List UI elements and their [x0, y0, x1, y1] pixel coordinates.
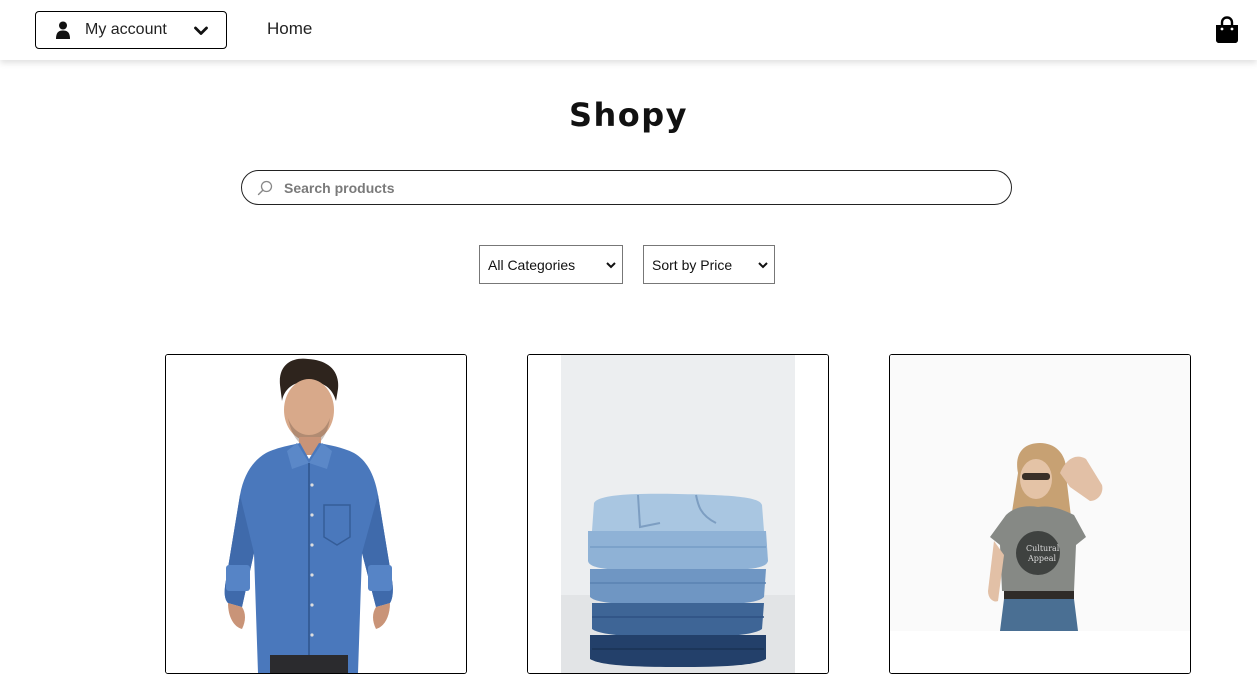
category-select-value: All Categories — [488, 257, 576, 273]
product-image-graphic-tee: Cultural Appeal — [890, 355, 1190, 673]
product-card[interactable]: Cultural Appeal — [889, 354, 1191, 674]
chevron-down-icon — [194, 26, 208, 35]
search-icon — [257, 180, 273, 196]
product-image-folded-jeans — [528, 355, 828, 673]
nav-home-link[interactable]: Home — [267, 19, 312, 39]
sort-select-value: Sort by Price — [652, 257, 733, 273]
brand-title: Shopy — [568, 96, 689, 134]
product-card[interactable] — [165, 354, 467, 674]
chevron-down-icon — [606, 262, 616, 269]
my-account-dropdown[interactable]: My account — [35, 11, 227, 49]
product-card[interactable] — [527, 354, 829, 674]
search-input[interactable] — [284, 175, 984, 201]
category-select[interactable]: All Categories — [479, 245, 623, 284]
shopping-bag-icon[interactable] — [1215, 16, 1239, 44]
my-account-label: My account — [85, 21, 167, 38]
svg-text:Appeal: Appeal — [1027, 554, 1057, 563]
svg-text:Cultural: Cultural — [1026, 544, 1060, 553]
product-image-denim-shirt — [166, 355, 466, 673]
user-icon — [56, 21, 70, 39]
chevron-down-icon — [758, 262, 768, 269]
search-bar — [241, 170, 1012, 205]
sort-select[interactable]: Sort by Price — [643, 245, 775, 284]
top-navbar: My account Home — [0, 0, 1257, 60]
